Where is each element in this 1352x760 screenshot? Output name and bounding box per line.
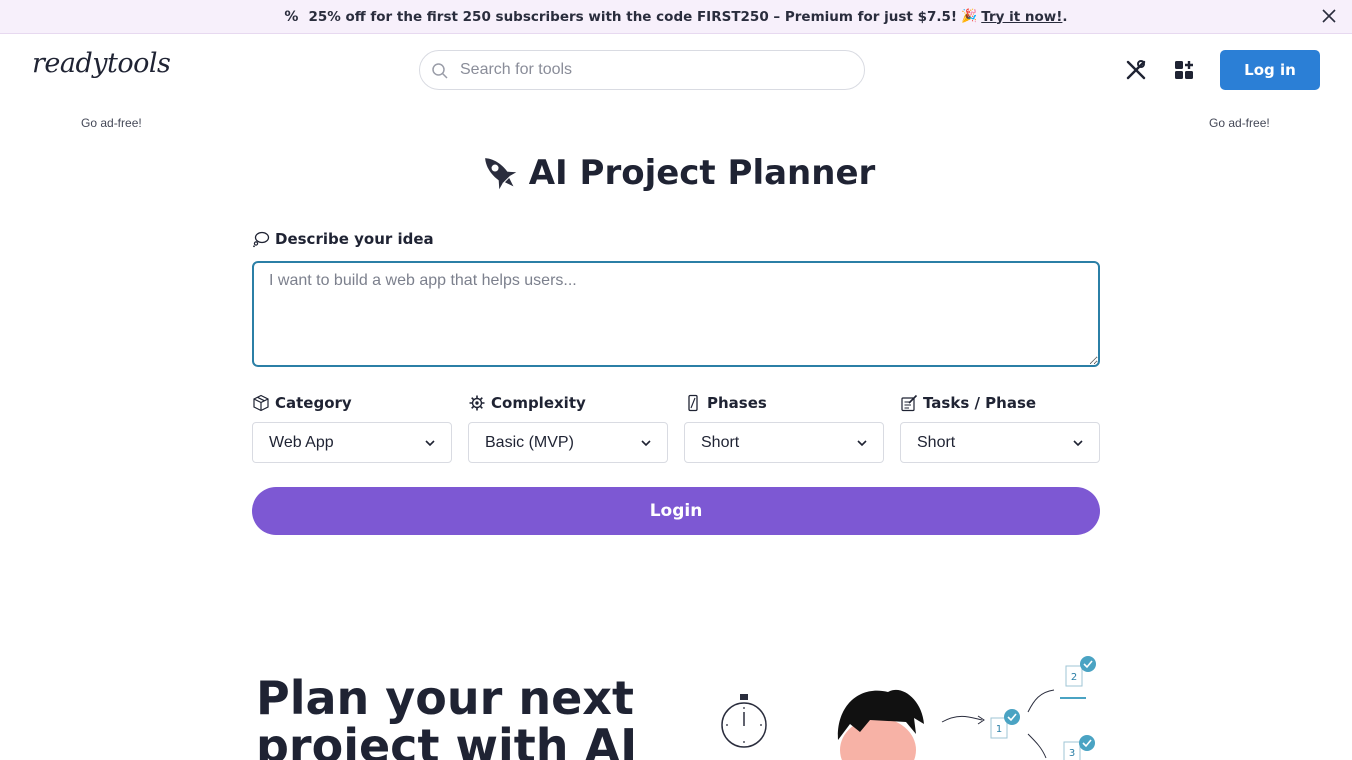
page-heading: AI Project Planner — [0, 150, 1352, 196]
promo-text: 25% off for the first 250 subscribers wi… — [308, 8, 958, 25]
planning-illustration: 1 2 3 — [721, 656, 1096, 760]
idea-label: Describe your idea — [252, 230, 434, 248]
rocket-icon — [484, 158, 516, 190]
percent-icon: % — [284, 8, 299, 25]
gear-icon — [469, 395, 485, 411]
chevron-down-icon — [1073, 439, 1083, 446]
svg-text:3: 3 — [1069, 748, 1075, 759]
tasks-label: Tasks / Phase — [923, 394, 1037, 412]
search-input[interactable] — [460, 61, 850, 79]
tools-icon[interactable] — [1124, 58, 1148, 82]
idea-textarea[interactable] — [252, 261, 1100, 367]
package-icon — [253, 394, 269, 412]
step-three-node: 3 — [1063, 735, 1095, 760]
submit-button[interactable]: Login — [252, 487, 1100, 535]
complexity-select[interactable]: Basic (MVP) — [468, 422, 668, 463]
page-title: AI Project Planner — [528, 153, 876, 193]
memo-icon — [901, 394, 918, 412]
logo[interactable]: readytools — [32, 48, 171, 79]
svg-text:1: 1 — [996, 724, 1002, 735]
phases-field: Phases Short — [684, 392, 884, 463]
stopwatch-icon — [721, 694, 767, 748]
person-illustration — [837, 689, 924, 760]
category-field: Category Web App — [252, 392, 452, 463]
go-ad-free-right[interactable]: Go ad-free! — [1209, 116, 1270, 130]
promo-link[interactable]: Try it now! — [981, 9, 1062, 25]
close-icon[interactable] — [1320, 7, 1338, 25]
step-one-node: 1 — [990, 709, 1020, 739]
go-ad-free-left[interactable]: Go ad-free! — [81, 116, 142, 130]
login-button[interactable]: Log in — [1220, 50, 1320, 90]
complexity-label: Complexity — [491, 394, 586, 412]
tasks-field: Tasks / Phase Short — [900, 392, 1100, 463]
search-icon — [432, 63, 448, 79]
thought-bubble-icon — [253, 231, 270, 248]
step-two-node: 2 — [1060, 656, 1096, 699]
party-popper-icon: 🎉 — [961, 9, 978, 24]
add-app-icon[interactable] — [1172, 58, 1196, 82]
hero-heading: Plan your next project with AI — [256, 671, 638, 760]
tasks-select[interactable]: Short — [900, 422, 1100, 463]
phases-select[interactable]: Short — [684, 422, 884, 463]
complexity-field: Complexity Basic (MVP) — [468, 392, 668, 463]
phone-icon — [688, 394, 698, 412]
site-header: readytools Log in — [0, 34, 1352, 106]
svg-text:2: 2 — [1071, 672, 1077, 683]
phases-label: Phases — [707, 394, 767, 412]
promo-banner: % 25% off for the first 250 subscribers … — [0, 0, 1352, 34]
chevron-down-icon — [641, 439, 651, 446]
search-bar[interactable] — [419, 50, 865, 90]
chevron-down-icon — [425, 439, 435, 446]
promo-suffix: . — [1062, 8, 1068, 25]
category-label: Category — [275, 394, 352, 412]
chevron-down-icon — [857, 439, 867, 446]
category-select[interactable]: Web App — [252, 422, 452, 463]
